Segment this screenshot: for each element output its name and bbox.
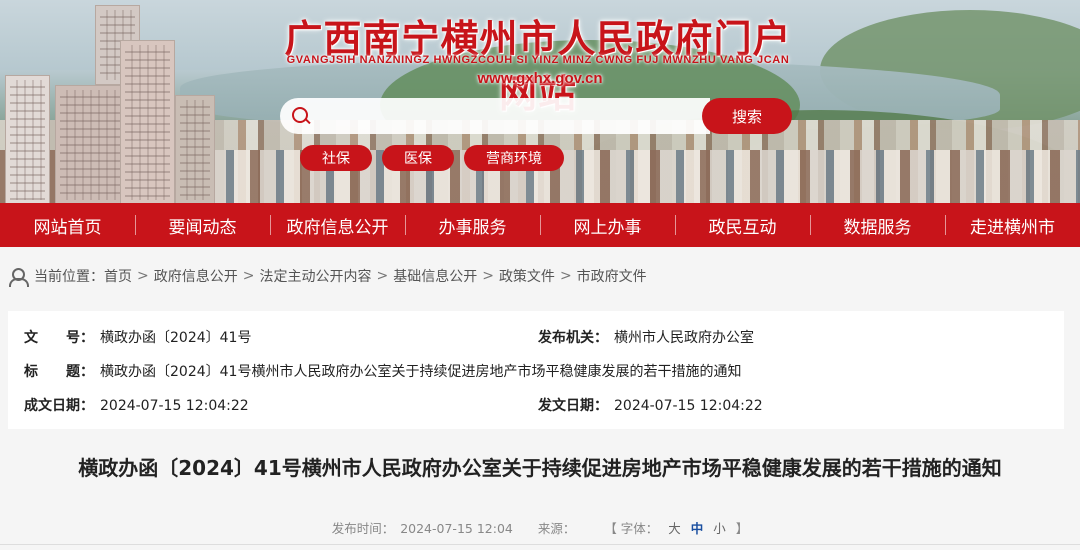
published-date-value: 2024-07-15 12:04:22: [614, 398, 763, 414]
banner-building: [5, 75, 50, 203]
nav-item-gov-info[interactable]: 政府信息公开: [270, 203, 405, 247]
publish-time-label: 发布时间：: [331, 521, 395, 536]
font-size-label: 【 字体：: [604, 521, 659, 536]
main-nav: 网站首页 要闻动态 政府信息公开 办事服务 网上办事 政民互动 数据服务 走进横…: [0, 203, 1080, 247]
issuer-label: 发布机关：: [538, 330, 608, 346]
divider: [0, 544, 1080, 545]
nav-item-interaction[interactable]: 政民互动: [675, 203, 810, 247]
breadcrumb-separator: >: [376, 268, 389, 284]
published-date-row: 发文日期： 2024-07-15 12:04:22: [538, 395, 763, 415]
doc-title-row: 标 题： 横政办函〔2024〕41号横州市人民政府办公室关于持续促进房地产市场平稳…: [24, 361, 741, 381]
doc-title-value: 横政办函〔2024〕41号横州市人民政府办公室关于持续促进房地产市场平稳健康发展…: [100, 364, 742, 380]
quick-tag-social-security[interactable]: 社保: [300, 145, 372, 171]
breadcrumb: 当前位置： 首页 > 政府信息公开 > 法定主动公开内容 > 基础信息公开 > …: [8, 262, 647, 290]
font-size-medium-button[interactable]: 中: [691, 521, 704, 536]
source-label: 来源：: [537, 521, 576, 536]
breadcrumb-item-statutory[interactable]: 法定主动公开内容: [259, 266, 371, 286]
nav-item-home[interactable]: 网站首页: [0, 203, 135, 247]
nav-item-services[interactable]: 办事服务: [405, 203, 540, 247]
search-button[interactable]: 搜索: [702, 98, 792, 134]
doc-number-label: 文 号：: [24, 330, 94, 346]
breadcrumb-item-city-docs[interactable]: 市政府文件: [577, 266, 647, 286]
quick-tag-medical-insurance[interactable]: 医保: [382, 145, 454, 171]
nav-item-news[interactable]: 要闻动态: [135, 203, 270, 247]
header-banner: 广西南宁横州市人民政府门户网站 GVANGJSIH NANZNINGZ HWNG…: [0, 0, 1080, 203]
article-title: 横政办函〔2024〕41号横州市人民政府办公室关于持续促进房地产市场平稳健康发展…: [78, 456, 1002, 480]
breadcrumb-separator: >: [482, 268, 494, 284]
published-date-label: 发文日期：: [538, 398, 608, 414]
font-size-small-button[interactable]: 小: [713, 521, 726, 536]
quick-tags: 社保 医保 营商环境: [300, 145, 564, 171]
site-subtitle: GVANGJSIH NANZNINGZ HWNGZCOUH SI YINZ MI…: [286, 54, 790, 66]
article-meta: 发布时间： 2024-07-15 12:04 来源： 【 字体： 大 中 小 】: [0, 518, 1080, 537]
user-location-icon: [8, 267, 29, 287]
nav-item-data-services[interactable]: 数据服务: [810, 203, 945, 247]
search-icon: [292, 107, 310, 125]
doc-number-value: 横政办函〔2024〕41号: [100, 330, 252, 346]
font-size-large-button[interactable]: 大: [668, 521, 681, 536]
nav-item-online-affairs[interactable]: 网上办事: [540, 203, 675, 247]
issuer-value: 横州市人民政府办公室: [614, 330, 754, 346]
site-url: www.gxhx.gov.cn: [477, 70, 603, 87]
breadcrumb-item-policy-docs[interactable]: 政策文件: [499, 266, 555, 286]
doc-number-row: 文 号： 横政办函〔2024〕41号: [24, 327, 251, 347]
breadcrumb-item-basic-info[interactable]: 基础信息公开: [393, 266, 477, 286]
banner-building: [175, 95, 215, 203]
quick-tag-business-environment[interactable]: 营商环境: [464, 145, 564, 171]
breadcrumb-prefix: 当前位置：: [34, 269, 104, 285]
breadcrumb-separator: >: [559, 268, 572, 284]
breadcrumb-item-home[interactable]: 首页: [104, 266, 132, 286]
banner-building: [120, 40, 175, 203]
created-date-value: 2024-07-15 12:04:22: [100, 398, 249, 414]
publish-time-value: 2024-07-15 12:04: [400, 521, 513, 536]
breadcrumb-separator: >: [137, 268, 149, 284]
issuer-row: 发布机关： 横州市人民政府办公室: [538, 327, 754, 347]
created-date-label: 成文日期：: [24, 398, 94, 414]
document-info-table: 文 号： 横政办函〔2024〕41号 发布机关： 横州市人民政府办公室 标 题： 横政…: [8, 311, 1064, 429]
breadcrumb-separator: >: [242, 268, 255, 284]
search-box: [280, 98, 710, 134]
banner-building: [55, 85, 125, 203]
search-input[interactable]: [318, 101, 710, 131]
doc-title-label: 标 题：: [24, 364, 94, 380]
font-size-close-bracket: 】: [735, 521, 749, 536]
breadcrumb-item-gov-info[interactable]: 政府信息公开: [154, 266, 238, 286]
created-date-row: 成文日期： 2024-07-15 12:04:22: [24, 395, 249, 415]
nav-item-about-city[interactable]: 走进横州市: [945, 203, 1080, 247]
